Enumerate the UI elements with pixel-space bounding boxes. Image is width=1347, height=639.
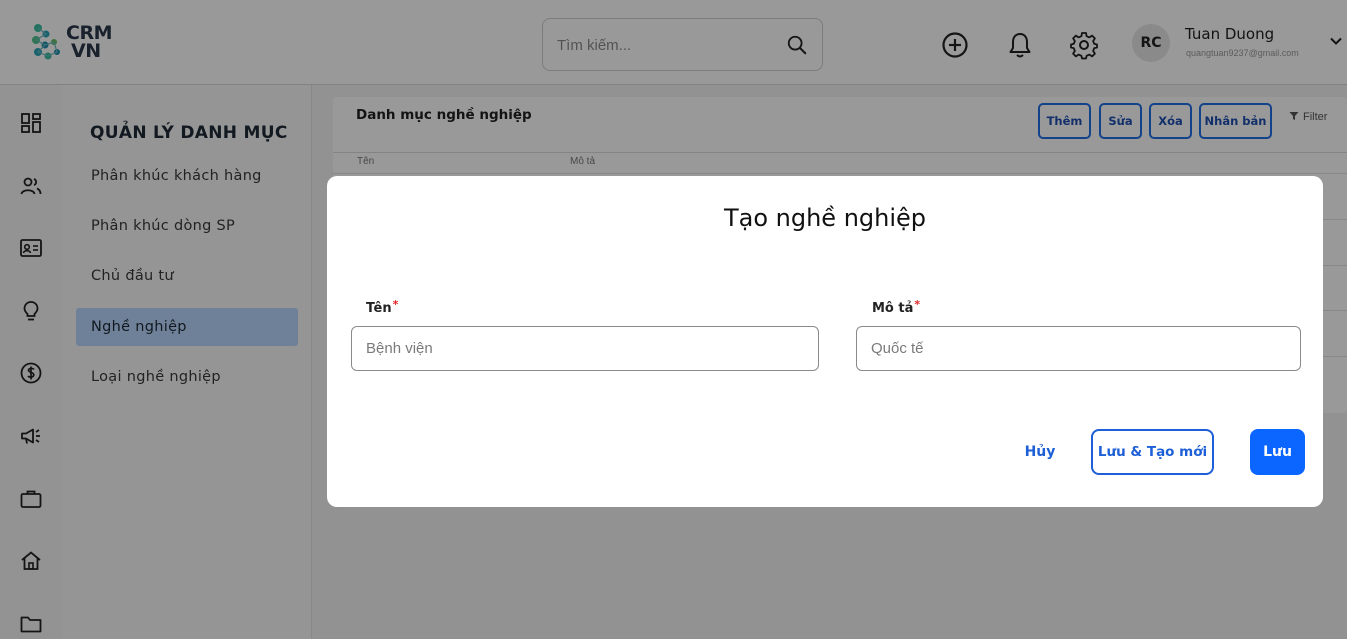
description-input[interactable] <box>856 326 1301 371</box>
cancel-button[interactable]: Hủy <box>1013 430 1067 474</box>
save-and-new-button[interactable]: Lưu & Tạo mới <box>1091 429 1214 475</box>
save-button[interactable]: Lưu <box>1250 429 1305 475</box>
dialog-title: Tạo nghề nghiệp <box>723 204 927 232</box>
name-input[interactable] <box>351 326 819 371</box>
required-mark: * <box>914 298 921 311</box>
required-mark: * <box>392 298 399 311</box>
create-occupation-dialog: Tạo nghề nghiệp Tên* Mô tả* Hủy Lưu & Tạ… <box>327 176 1323 507</box>
description-field-label: Mô tả* <box>872 298 921 316</box>
name-field-label: Tên* <box>366 298 399 316</box>
